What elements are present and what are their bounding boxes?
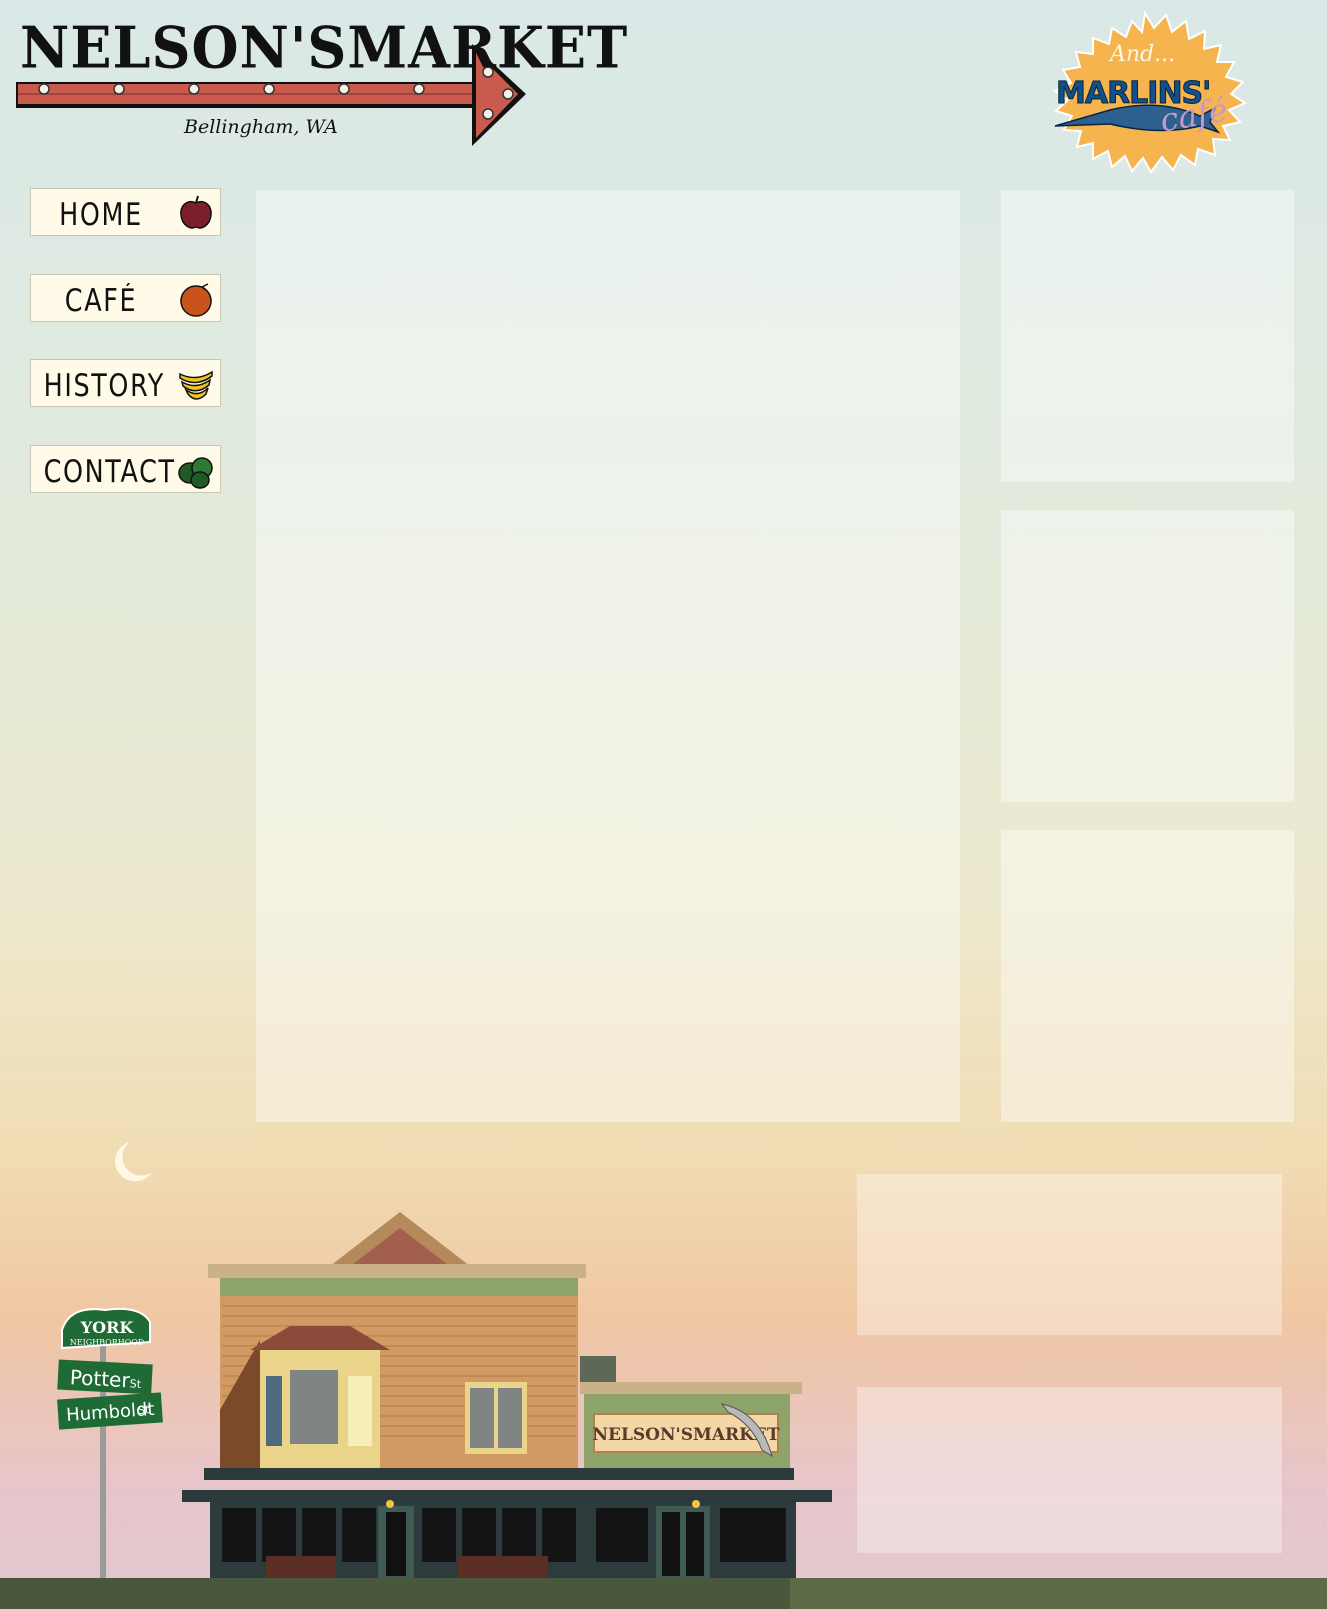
- sign-neighborhood-sub: NEIGHBORHOOD: [70, 1338, 144, 1347]
- marlins-cafe-badge[interactable]: And... MARLINS' café: [1020, 10, 1270, 175]
- sidebar-panel-3: [1001, 830, 1294, 1122]
- moon-icon: [115, 1142, 152, 1182]
- logo-subtitle: Bellingham, WA: [184, 116, 338, 138]
- lower-panel-2: [857, 1387, 1282, 1553]
- sign-street2-suffix: St: [138, 1403, 151, 1417]
- nav-cafe-label: CAFÉ: [64, 283, 138, 319]
- orange-icon: [180, 283, 212, 317]
- limes-icon: [178, 457, 213, 489]
- sign-neighborhood: YORK: [80, 1318, 135, 1337]
- lower-panel-1: [857, 1174, 1282, 1335]
- nav-contact-button[interactable]: CONTACT: [30, 445, 221, 493]
- street-sign-group: YORK NEIGHBORHOOD Potter St Humboldt St: [57, 1307, 163, 1430]
- apple-icon: [180, 195, 212, 229]
- logo-title: NELSON'SMARKET: [20, 14, 629, 82]
- sidebar-panel-2: [1001, 510, 1294, 802]
- site-logo[interactable]: NELSON'SMARKET Bellingham, WA: [14, 14, 627, 154]
- nav-home-label: HOME: [59, 197, 143, 233]
- badge-and-text: And...: [1110, 42, 1176, 67]
- sign-street1: Potter: [69, 1365, 131, 1392]
- ground-highlight: [790, 1578, 1327, 1609]
- nav-cafe-button[interactable]: CAFÉ: [30, 274, 221, 322]
- nav-history-button[interactable]: HISTORY: [30, 359, 221, 407]
- sidebar-panel-1: [1001, 190, 1294, 482]
- nav-contact-label: CONTACT: [43, 454, 176, 490]
- nav-history-label: HISTORY: [43, 368, 165, 404]
- storefront-illustration: YORK NEIGHBORHOOD Potter St Humboldt St …: [57, 1142, 832, 1590]
- nav-home-button[interactable]: HOME: [30, 188, 221, 236]
- sign-street1-suffix: St: [129, 1377, 142, 1391]
- main-content-panel: [256, 190, 960, 1122]
- banana-icon: [179, 370, 213, 400]
